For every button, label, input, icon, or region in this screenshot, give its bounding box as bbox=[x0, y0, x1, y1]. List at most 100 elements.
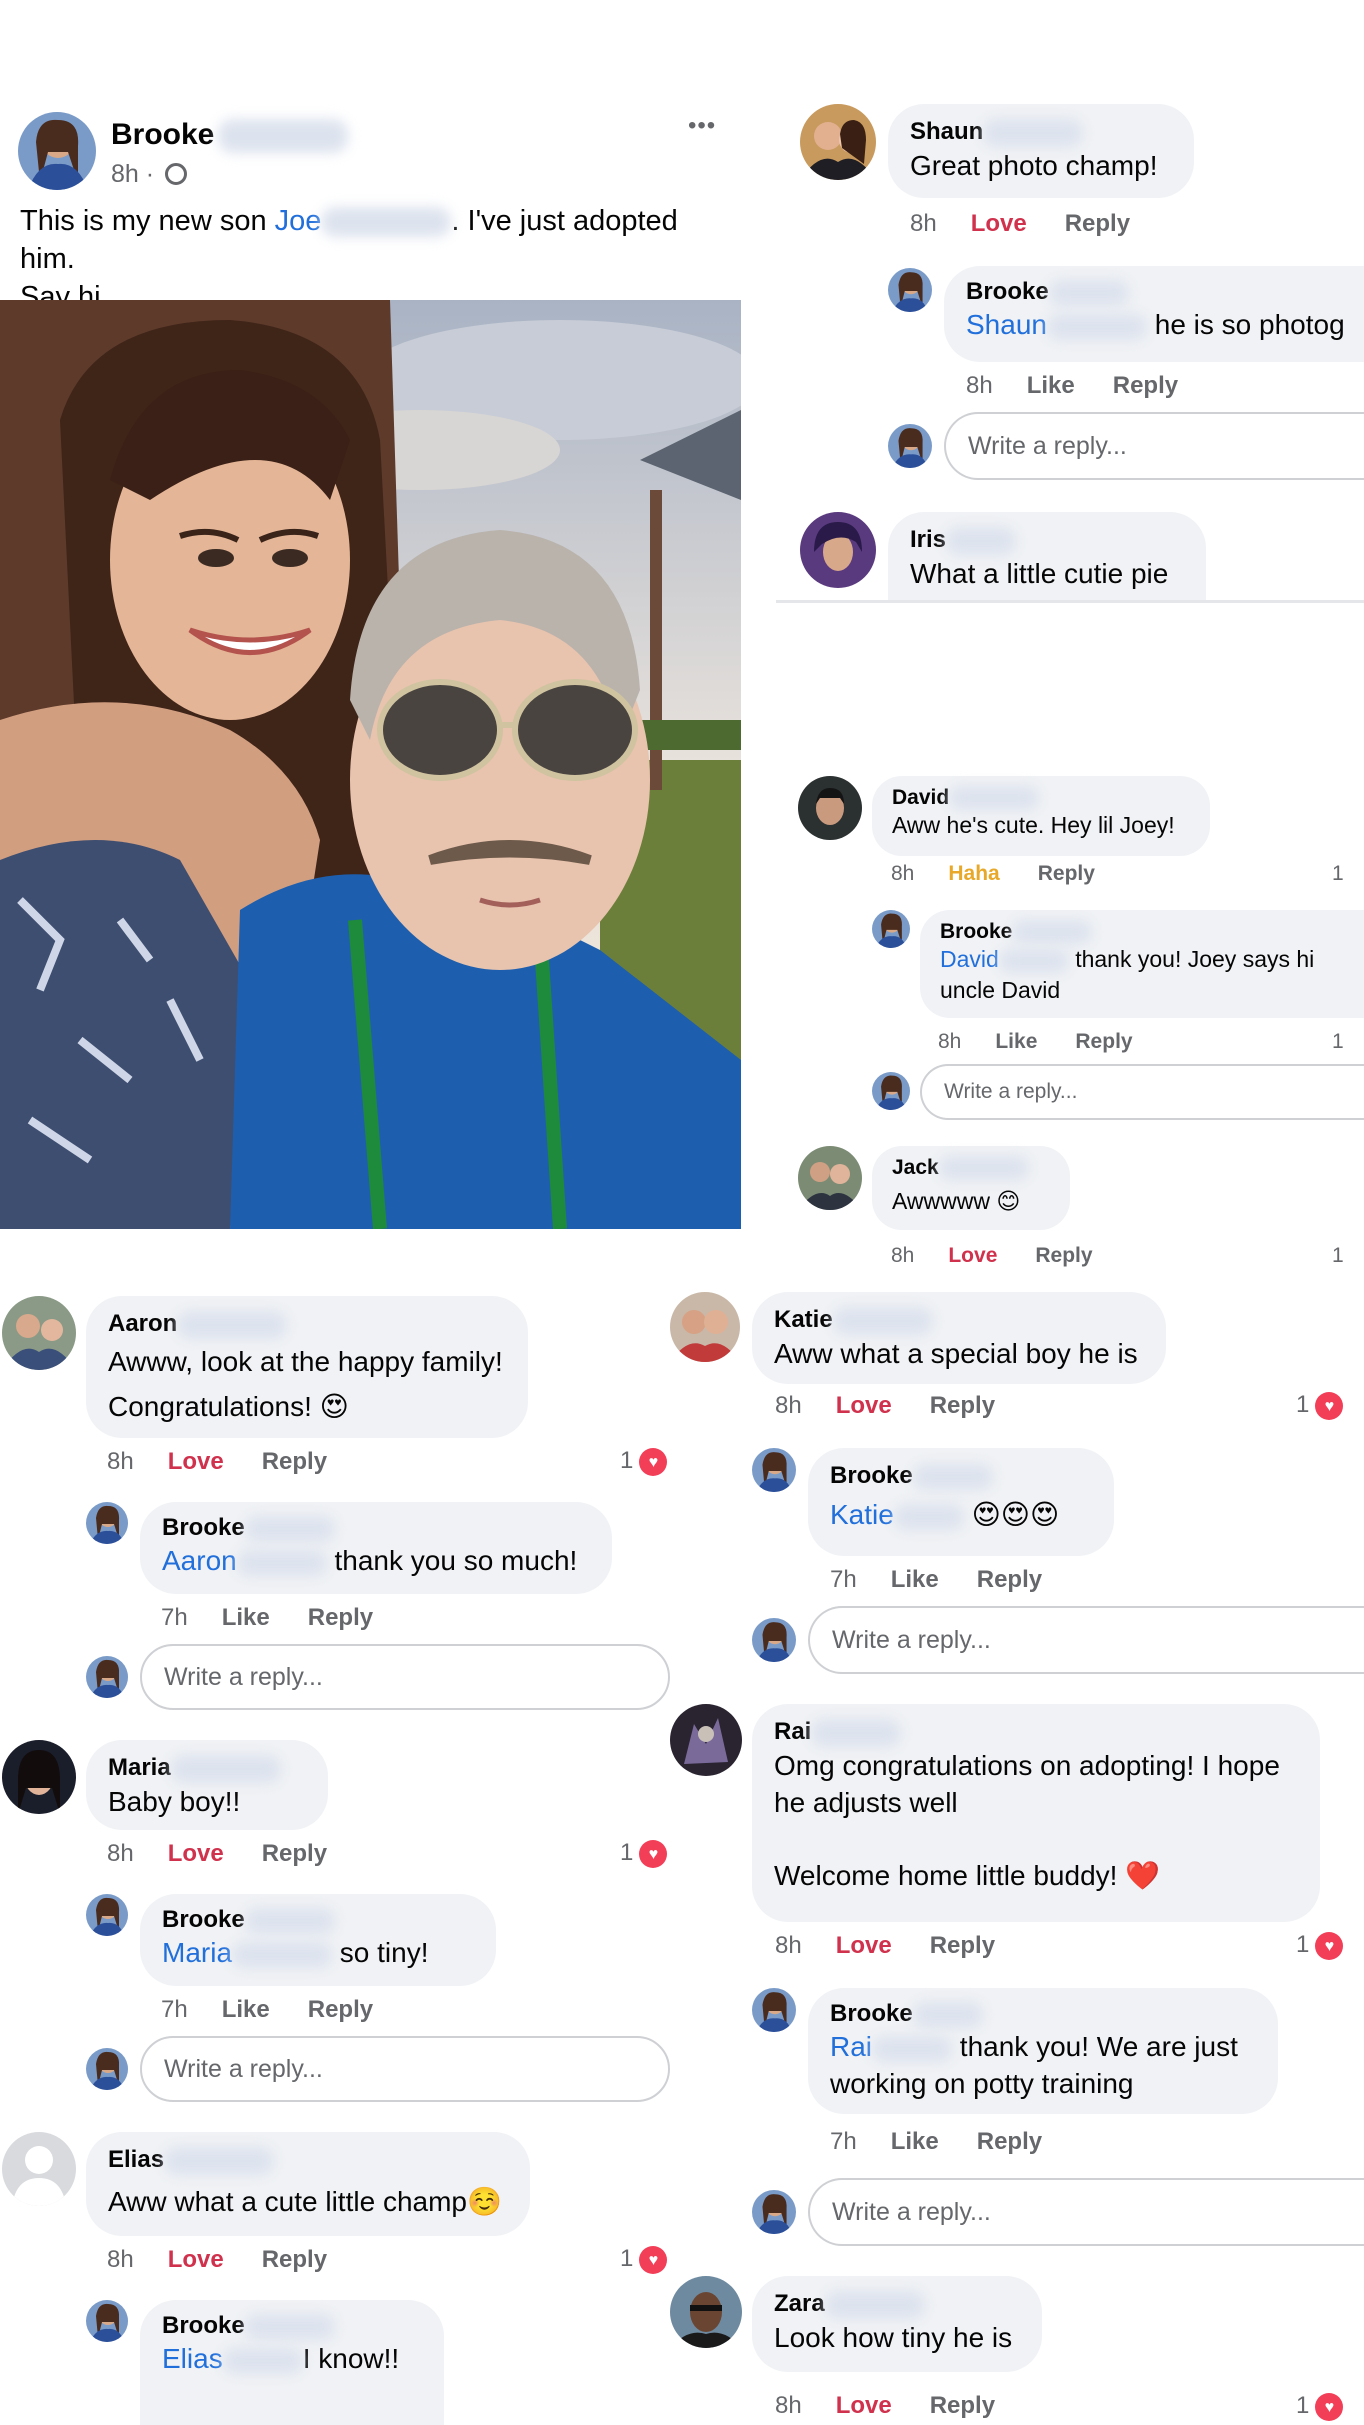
reply-button[interactable]: Reply bbox=[262, 1840, 327, 1867]
commenter-name[interactable]: Brooke bbox=[940, 920, 1344, 945]
comment-bubble[interactable]: Rai Omg congratulations on adopting! I h… bbox=[752, 1704, 1320, 1922]
commenter-name-text[interactable]: Brooke bbox=[830, 1462, 913, 1489]
commenter-name[interactable]: Zara bbox=[774, 2290, 1020, 2319]
reply-button[interactable]: Reply bbox=[262, 1448, 327, 1475]
comment-bubble[interactable]: Zara Look how tiny he is bbox=[752, 2276, 1042, 2372]
like-button[interactable]: Like bbox=[891, 2128, 939, 2155]
reply-button[interactable]: Reply bbox=[1035, 1244, 1092, 1267]
love-button[interactable]: Love bbox=[168, 1448, 224, 1475]
commenter-name-text[interactable]: Brooke bbox=[830, 2000, 913, 2027]
post-time[interactable]: 8h · bbox=[111, 160, 154, 188]
commenter-avatar[interactable] bbox=[2, 1740, 76, 1814]
post-author-text[interactable]: Brooke bbox=[111, 118, 214, 151]
reply-mention[interactable]: David bbox=[940, 946, 999, 972]
commenter-avatar[interactable] bbox=[670, 2276, 742, 2348]
write-reply-input[interactable]: Write a reply... bbox=[140, 1644, 670, 1710]
brooke-avatar[interactable] bbox=[752, 1618, 796, 1662]
like-button[interactable]: Like bbox=[222, 1996, 270, 2023]
comment-bubble[interactable]: Aaron Awww, look at the happy family! Co… bbox=[86, 1296, 528, 1438]
commenter-name[interactable]: Elias bbox=[108, 2146, 508, 2175]
commenter-avatar[interactable] bbox=[800, 512, 876, 588]
brooke-avatar[interactable] bbox=[86, 1894, 128, 1936]
brooke-avatar[interactable] bbox=[752, 2190, 796, 2234]
commenter-name[interactable]: Shaun bbox=[910, 118, 1172, 147]
brooke-avatar[interactable] bbox=[888, 268, 932, 312]
commenter-name-text[interactable]: Iris bbox=[910, 526, 946, 553]
brooke-avatar[interactable] bbox=[872, 910, 910, 948]
reply-button[interactable]: Reply bbox=[977, 2128, 1042, 2155]
comment-time[interactable]: 8h bbox=[775, 1392, 802, 1419]
love-button[interactable]: Love bbox=[971, 210, 1027, 237]
reaction-count[interactable]: 1 ♥ bbox=[1296, 2392, 1344, 2421]
like-button[interactable]: Like bbox=[995, 1030, 1037, 1053]
comment-time[interactable]: 8h bbox=[775, 1932, 802, 1959]
comment-bubble[interactable]: Jack Awwwww 😊 bbox=[872, 1146, 1070, 1230]
brooke-avatar[interactable] bbox=[752, 1988, 796, 2032]
commenter-name[interactable]: Iris bbox=[910, 526, 1184, 555]
reply-button[interactable]: Reply bbox=[308, 1604, 373, 1631]
love-button[interactable]: Love bbox=[948, 1244, 997, 1267]
reply-button[interactable]: Reply bbox=[1113, 372, 1178, 399]
comment-time[interactable]: 8h bbox=[775, 2392, 802, 2419]
like-button[interactable]: Like bbox=[1027, 372, 1075, 399]
brooke-avatar[interactable] bbox=[86, 1656, 128, 1698]
reply-bubble[interactable]: Brooke Shaun he is so photog bbox=[944, 266, 1364, 362]
commenter-name[interactable]: Jack bbox=[892, 1156, 1050, 1181]
comment-time[interactable]: 8h bbox=[107, 1840, 134, 1867]
commenter-name-text[interactable]: Brooke bbox=[162, 1514, 245, 1541]
commenter-name[interactable]: Brooke bbox=[162, 2312, 422, 2340]
reply-time[interactable]: 7h bbox=[161, 1996, 188, 2023]
commenter-name-text[interactable]: Aaron bbox=[108, 1310, 177, 1337]
reply-button[interactable]: Reply bbox=[1038, 862, 1095, 885]
comment-bubble[interactable]: Maria Baby boy!! bbox=[86, 1740, 328, 1830]
commenter-avatar[interactable] bbox=[2, 1296, 76, 1370]
commenter-name-text[interactable]: Zara bbox=[774, 2290, 825, 2317]
write-reply-input[interactable]: Write a reply... bbox=[808, 1606, 1364, 1674]
commenter-name-text[interactable]: Maria bbox=[108, 1754, 171, 1781]
commenter-name[interactable]: Aaron bbox=[108, 1310, 506, 1339]
brooke-avatar[interactable] bbox=[86, 2300, 128, 2342]
reply-mention[interactable]: Katie bbox=[830, 1499, 894, 1530]
commenter-name[interactable]: Maria bbox=[108, 1754, 306, 1783]
write-reply-input[interactable]: Write a reply... bbox=[808, 2178, 1364, 2246]
reply-button[interactable]: Reply bbox=[930, 1932, 995, 1959]
brooke-avatar[interactable] bbox=[752, 1448, 796, 1492]
reply-button[interactable]: Reply bbox=[1075, 1030, 1132, 1053]
like-button[interactable]: Like bbox=[891, 1566, 939, 1593]
commenter-avatar[interactable] bbox=[800, 104, 876, 180]
commenter-avatar[interactable] bbox=[670, 1292, 740, 1362]
love-button[interactable]: Love bbox=[836, 2392, 892, 2419]
commenter-avatar[interactable] bbox=[798, 1146, 862, 1210]
commenter-name[interactable]: Brooke bbox=[830, 1462, 1092, 1490]
reaction-count[interactable]: 1 ♥ bbox=[1296, 1931, 1344, 1960]
reply-mention[interactable]: Maria bbox=[162, 1937, 232, 1968]
love-button[interactable]: Love bbox=[168, 1840, 224, 1867]
commenter-name-text[interactable]: Rai bbox=[774, 1718, 811, 1745]
love-button[interactable]: Love bbox=[836, 1932, 892, 1959]
comment-bubble[interactable]: Shaun Great photo champ! bbox=[888, 104, 1194, 198]
commenter-name-text[interactable]: Shaun bbox=[910, 118, 983, 145]
comment-bubble[interactable]: David Aww he's cute. Hey lil Joey! bbox=[872, 776, 1210, 856]
reply-time[interactable]: 7h bbox=[161, 1604, 188, 1631]
write-reply-input[interactable]: Write a reply... bbox=[920, 1064, 1364, 1120]
comment-time[interactable]: 8h bbox=[891, 1244, 914, 1267]
brooke-avatar[interactable] bbox=[872, 1072, 910, 1110]
reply-time[interactable]: 8h bbox=[938, 1030, 961, 1053]
comment-time[interactable]: 8h bbox=[107, 2246, 134, 2273]
reaction-count[interactable]: 1 bbox=[1332, 1030, 1344, 1054]
write-reply-input[interactable]: Write a reply... bbox=[944, 412, 1364, 480]
post-author-name[interactable]: Brooke bbox=[111, 118, 349, 154]
reply-button[interactable]: Reply bbox=[308, 1996, 373, 2023]
commenter-name[interactable]: David bbox=[892, 786, 1190, 811]
comment-bubble[interactable]: Iris What a little cutie pie bbox=[888, 512, 1206, 602]
reply-bubble[interactable]: Brooke Elias I know!! bbox=[140, 2300, 444, 2425]
commenter-name[interactable]: Brooke bbox=[162, 1514, 590, 1542]
commenter-name-text[interactable]: Elias bbox=[108, 2146, 164, 2173]
reaction-count[interactable]: 1 ♥ bbox=[1296, 1391, 1344, 1420]
more-options-icon[interactable]: ••• bbox=[688, 112, 716, 140]
comment-time[interactable]: 8h bbox=[891, 862, 914, 885]
post-mention[interactable]: Joe bbox=[275, 205, 322, 237]
commenter-name-text[interactable]: Jack bbox=[892, 1156, 939, 1179]
commenter-name-text[interactable]: Katie bbox=[774, 1306, 833, 1333]
reply-bubble[interactable]: Brooke David thank you! Joey says hi unc… bbox=[920, 910, 1364, 1018]
